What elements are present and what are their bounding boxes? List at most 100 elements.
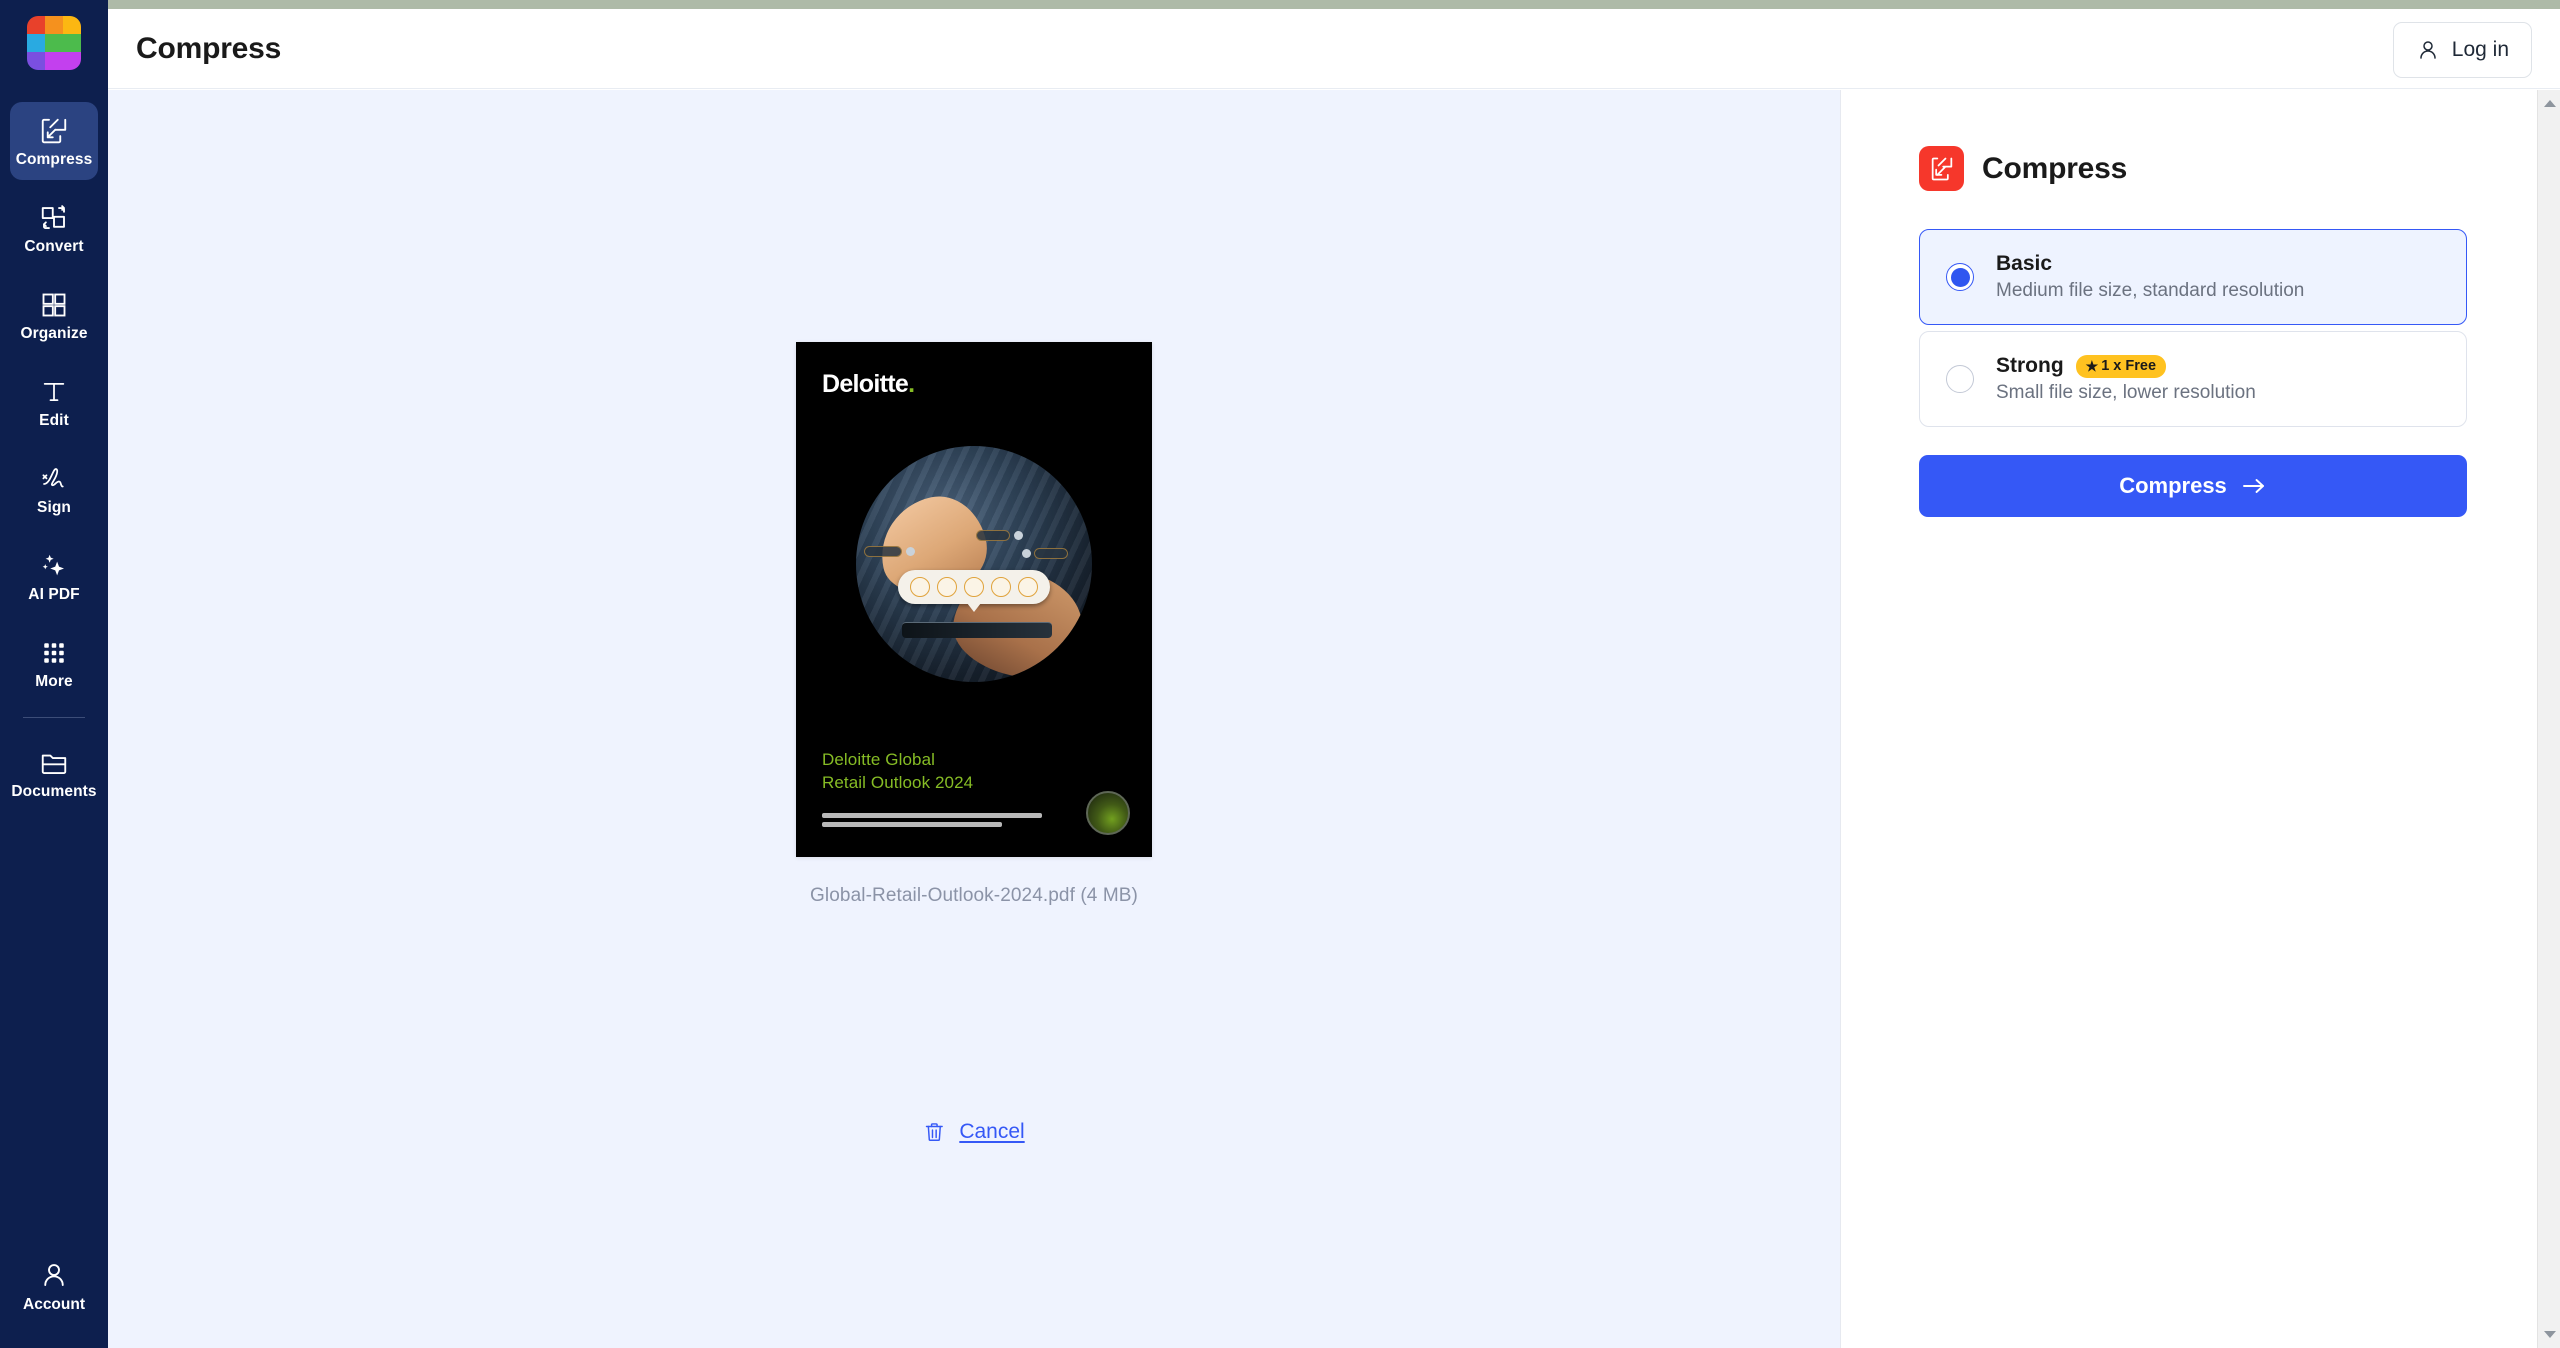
thumbnail-title: Deloitte Global Retail Outlook 2024 (822, 749, 973, 795)
folder-icon (39, 747, 69, 779)
sidebar-item-organize[interactable]: Organize (10, 276, 98, 354)
subtitle-line (822, 822, 1003, 827)
compress-tool-icon (1919, 146, 1964, 191)
option-basic-title: Basic (1996, 252, 2053, 275)
logo-cell (45, 52, 63, 70)
reaction-chip (964, 577, 984, 597)
logo-cell (63, 52, 81, 70)
star-icon: ★ (2085, 358, 2099, 374)
sidebar-item-label: More (35, 672, 73, 690)
sidebar-item-convert[interactable]: Convert (10, 189, 98, 267)
sidebar-item-label: Compress (15, 150, 93, 168)
reaction-chip (910, 577, 930, 597)
logo-cell (27, 52, 45, 70)
sidebar-item-more[interactable]: More (10, 624, 98, 702)
reaction-chip (937, 577, 957, 597)
user-icon (2416, 38, 2440, 62)
signature-icon (39, 463, 69, 495)
grid-dots-icon (41, 637, 67, 669)
option-strong-description: Small file size, lower resolution (1996, 382, 2256, 403)
logo-container[interactable] (0, 16, 108, 82)
thumbnail-title-line2: Retail Outlook 2024 (822, 773, 974, 793)
sidebar-item-sign[interactable]: Sign (10, 450, 98, 528)
caret-down-glyph (2543, 1331, 2556, 1338)
option-basic-description: Medium file size, standard resolution (1996, 280, 2305, 301)
option-strong-title-row: Strong ★ 1 x Free (1996, 354, 2256, 378)
arrow-right-icon (2241, 476, 2267, 496)
option-strong-body: Strong ★ 1 x Free Small file size, lower… (1996, 354, 2256, 404)
thumbnail-seal-badge (1086, 791, 1130, 835)
thumbnail-brand: Deloitte. (822, 370, 915, 399)
thumbnail-title-line1: Deloitte Global (822, 750, 936, 770)
thumbnail-avatar (1014, 531, 1023, 540)
logo-cell (63, 16, 81, 34)
free-credit-badge: ★ 1 x Free (2075, 354, 2167, 378)
option-strong-title: Strong (1996, 354, 2064, 377)
sidebar-item-label: Account (23, 1296, 85, 1313)
pdf-thumbnail[interactable]: Deloitte. Deloitte Global Retail Outlook… (796, 342, 1152, 857)
thumbnail-tag (976, 530, 1010, 541)
sidebar-item-ai-pdf[interactable]: AI PDF (10, 537, 98, 615)
panel-title: Compress (1982, 151, 2128, 185)
thumbnail-reaction-bar (898, 570, 1050, 604)
logo-cell (27, 34, 45, 52)
page-title: Compress (136, 31, 282, 65)
logo-cell (45, 34, 63, 52)
sidebar-item-documents[interactable]: Documents (10, 734, 98, 812)
options-panel: Compress Basic Medium file size, standar… (1840, 90, 2545, 1348)
option-basic-body: Basic Medium file size, standard resolut… (1996, 252, 2304, 302)
file-name-label: Global-Retail-Outlook-2024.pdf (4 MB) (810, 885, 1138, 906)
compress-submit-button[interactable]: Compress (1919, 455, 2467, 517)
logo-cell (63, 34, 81, 52)
login-label: Log in (2451, 38, 2509, 61)
trash-icon (923, 1121, 945, 1143)
thumbnail-avatar (1022, 549, 1031, 558)
option-basic-title-row: Basic (1996, 252, 2304, 276)
convert-icon (39, 202, 69, 234)
edit-text-icon (40, 376, 68, 408)
radio-strong[interactable] (1946, 365, 1974, 393)
compress-icon (39, 115, 69, 147)
compress-submit-label: Compress (2119, 473, 2227, 498)
organize-icon (40, 289, 68, 321)
sidebar-item-label: Documents (11, 782, 97, 800)
sidebar-nav: Compress Convert Organize Edit Sign AI P… (0, 96, 108, 821)
option-basic[interactable]: Basic Medium file size, standard resolut… (1919, 229, 2467, 325)
reaction-chip (1018, 577, 1038, 597)
thumbnail-avatar (906, 547, 915, 556)
sidebar-item-edit[interactable]: Edit (10, 363, 98, 441)
thumbnail-subtitle-lines (822, 813, 1042, 831)
thumbnail-tag (864, 546, 902, 557)
app-root: Compress Convert Organize Edit Sign AI P… (0, 0, 2560, 1348)
sparkles-icon (39, 550, 69, 582)
login-button[interactable]: Log in (2392, 22, 2532, 78)
free-credit-label: 1 x Free (2101, 358, 2157, 374)
caret-down-icon[interactable] (2538, 1323, 2560, 1346)
sidebar-item-label: AI PDF (28, 585, 80, 603)
subtitle-line (822, 813, 1042, 818)
panel-header: Compress (1919, 146, 2467, 191)
sidebar-item-account[interactable]: Account (10, 1250, 98, 1324)
option-strong[interactable]: Strong ★ 1 x Free Small file size, lower… (1919, 331, 2467, 427)
sidebar-item-label: Organize (20, 324, 88, 342)
sidebar: Compress Convert Organize Edit Sign AI P… (0, 0, 108, 1348)
thumbnail-tag (1034, 548, 1068, 559)
reaction-chip (991, 577, 1011, 597)
logo-cell (45, 16, 63, 34)
thumbnail-globe-graphic (856, 446, 1092, 682)
file-preview-block: Deloitte. Deloitte Global Retail Outlook… (796, 342, 1152, 907)
page-scrollbar[interactable] (2537, 90, 2560, 1348)
cancel-label: Cancel (959, 1120, 1025, 1143)
caret-up-glyph (2543, 100, 2556, 107)
caret-up-icon[interactable] (2538, 92, 2560, 115)
brand-text: Deloitte (822, 370, 909, 398)
app-header: Compress Log in (108, 9, 2560, 89)
sidebar-item-label: Edit (39, 411, 69, 429)
smallpdf-logo[interactable] (27, 16, 81, 70)
radio-basic[interactable] (1946, 263, 1974, 291)
sidebar-item-compress[interactable]: Compress (10, 102, 98, 180)
browser-chrome-strip (0, 0, 2560, 9)
logo-cell (27, 16, 45, 34)
cancel-button[interactable]: Cancel (923, 1120, 1025, 1144)
brand-dot: . (908, 370, 915, 398)
